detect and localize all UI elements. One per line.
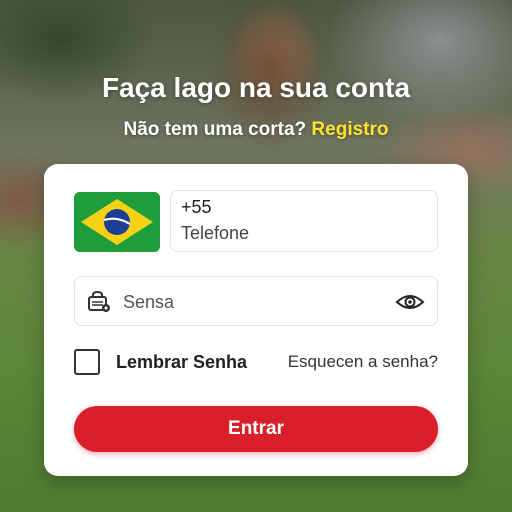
forgot-password-link[interactable]: Esquecen a senha? <box>288 352 438 372</box>
password-field <box>74 276 438 326</box>
register-link[interactable]: Registro <box>311 119 388 140</box>
eye-icon[interactable] <box>395 291 425 313</box>
page-title: Faça lago na sua conta <box>101 72 411 103</box>
phone-row: +55 <box>74 190 438 252</box>
phone-field: +55 <box>170 190 438 252</box>
lock-icon <box>87 290 111 313</box>
password-input[interactable] <box>123 289 383 315</box>
dial-code: +55 <box>181 197 212 217</box>
brazil-flag-icon[interactable] <box>74 192 160 252</box>
remember-checkbox[interactable] <box>74 349 100 375</box>
login-card: +55 Lembrar Senha Esquece <box>44 164 468 476</box>
phone-input[interactable] <box>181 221 421 245</box>
remember-password-toggle[interactable]: Lembrar Senha <box>74 348 247 376</box>
login-button[interactable]: Entrar <box>74 406 438 452</box>
register-prompt: Não tem uma corta? Registro <box>0 119 512 141</box>
remember-label: Lembrar Senha <box>116 351 248 372</box>
no-account-text: Não tem uma corta? <box>123 119 307 140</box>
